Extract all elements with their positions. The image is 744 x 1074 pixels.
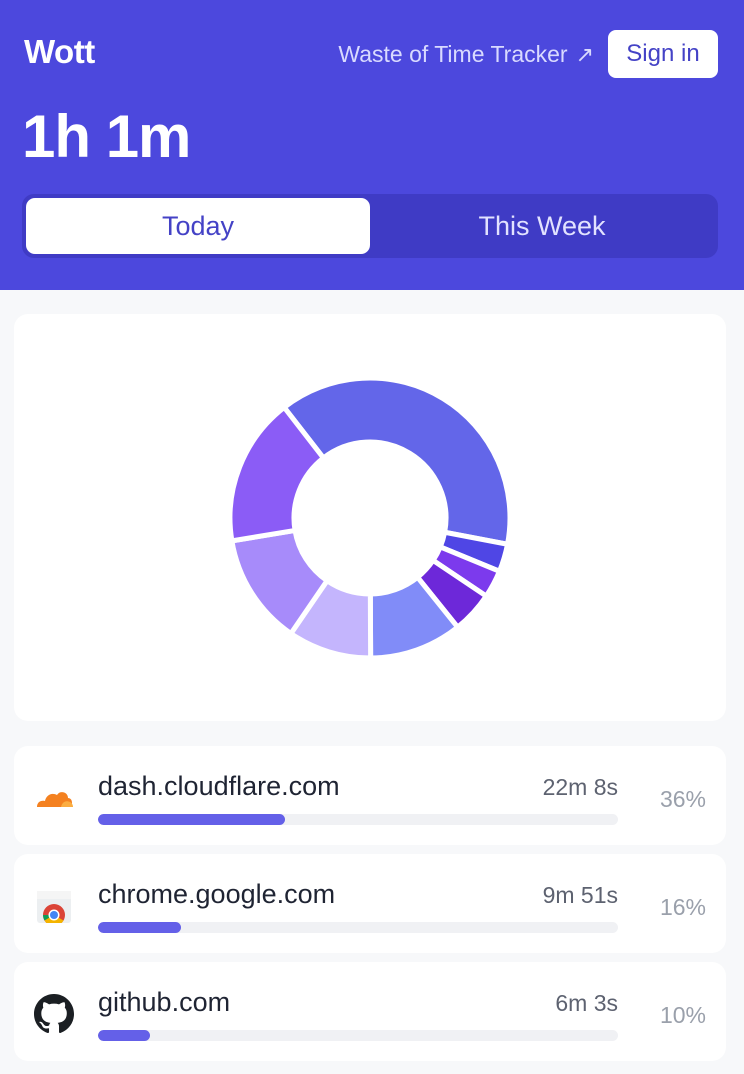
site-time: 9m 51s (542, 882, 618, 908)
usage-bar-fill (98, 814, 286, 825)
site-row-cloudflare[interactable]: dash.cloudflare.com 22m 8s 36% (14, 746, 726, 845)
site-percent: 16% (659, 894, 706, 920)
period-tabs: Today This Week (22, 194, 718, 258)
site-row-github[interactable]: github.com 6m 3s 10% (14, 962, 726, 1061)
site-domain: chrome.google.com (98, 879, 336, 909)
usage-bar-fill (98, 1030, 150, 1041)
app-header: Wott Waste of Time Tracker ↗ Sign in 1h … (0, 0, 744, 290)
app-logo: Wott (24, 33, 95, 70)
site-row-chrome[interactable]: chrome.google.com 9m 51s 16% (14, 854, 726, 953)
usage-bar-fill (98, 922, 182, 933)
waste-of-time-tracker-link[interactable]: Waste of Time Tracker ↗ (338, 41, 594, 68)
tab-this-week[interactable]: This Week (370, 198, 714, 254)
site-time: 22m 8s (542, 774, 618, 800)
github-icon (34, 994, 74, 1034)
cloudflare-icon (37, 792, 73, 807)
sign-in-button[interactable]: Sign in (608, 30, 718, 78)
total-time: 1h 1m (22, 103, 191, 170)
chrome-web-store-icon (37, 891, 71, 926)
site-time: 6m 3s (555, 990, 618, 1016)
site-list: dash.cloudflare.com 22m 8s 36% chrome.go… (14, 746, 726, 1070)
site-percent: 36% (659, 786, 706, 812)
donut-chart (227, 375, 513, 661)
donut-chart-card (14, 314, 726, 721)
tracker-link-label: Waste of Time Tracker (338, 41, 568, 67)
site-domain: github.com (98, 987, 231, 1017)
tab-today[interactable]: Today (26, 198, 370, 254)
external-arrow-icon: ↗ (575, 41, 594, 67)
usage-bar (98, 922, 618, 933)
site-percent: 10% (659, 1002, 706, 1028)
site-domain: dash.cloudflare.com (98, 771, 340, 801)
usage-bar (98, 1030, 618, 1041)
usage-bar (98, 814, 618, 825)
